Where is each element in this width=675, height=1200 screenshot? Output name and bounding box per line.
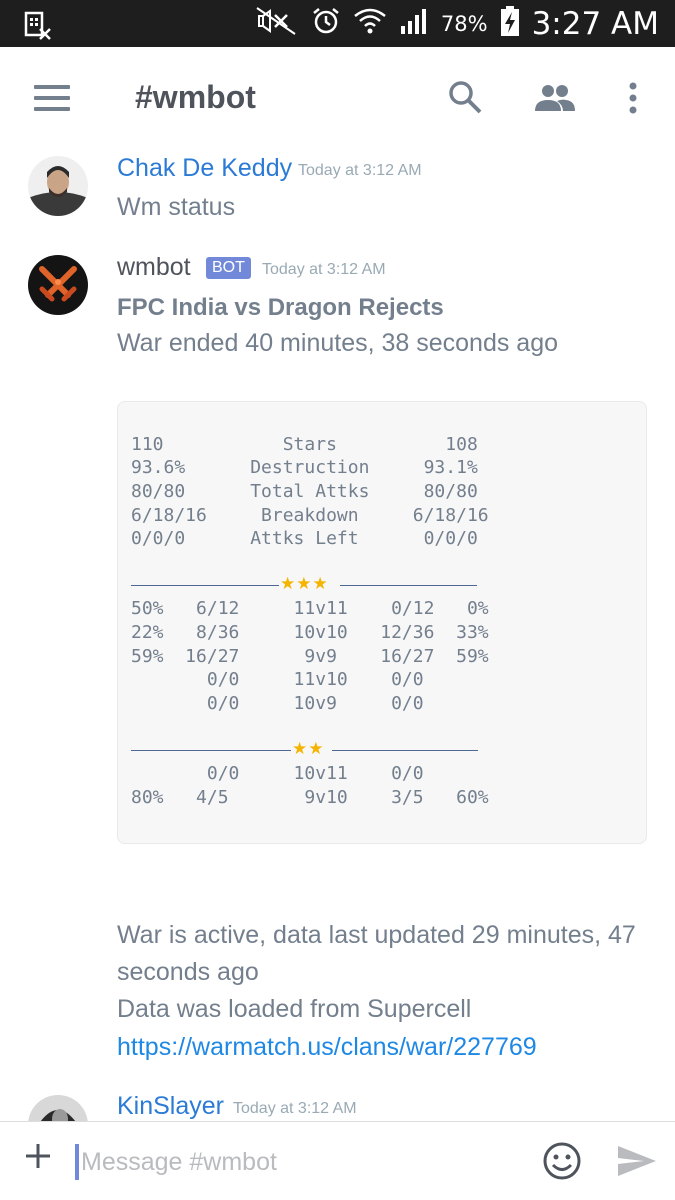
alarm-icon <box>311 6 341 41</box>
attack-row: 80% 4/5 9v10 3/5 60% <box>131 787 489 808</box>
message-author[interactable]: wmbot <box>117 253 191 282</box>
stats-line: 110 Stars 108 <box>131 434 478 455</box>
menu-icon[interactable] <box>34 85 70 113</box>
stats-line: 80/80 Total Attks 80/80 <box>131 481 478 502</box>
no-sim-icon <box>22 9 54 46</box>
attack-row: 59% 16/27 9v9 16/27 59% <box>131 646 489 667</box>
message-timestamp: Today at 3:12 AM <box>262 261 386 278</box>
wifi-icon <box>353 6 387 41</box>
battery-percent: 78% <box>440 11 488 36</box>
divider <box>332 750 478 751</box>
divider <box>131 585 279 586</box>
more-icon[interactable] <box>627 81 639 120</box>
emoji-icon[interactable] <box>542 1141 582 1186</box>
stats-line: 6/18/16 Breakdown 6/18/16 <box>131 505 489 526</box>
message-author[interactable]: Chak De Keddy <box>117 154 292 183</box>
stats-line: 93.6% Destruction 93.1% <box>131 457 478 478</box>
message-composer <box>0 1121 675 1200</box>
embed-footer-line: seconds ago <box>117 958 259 986</box>
channel-title: #wmbot <box>135 79 256 115</box>
message-timestamp: Today at 3:12 AM <box>233 1100 357 1117</box>
attack-row: 50% 6/12 11v11 0/12 0% <box>131 598 489 619</box>
members-icon[interactable] <box>533 83 577 118</box>
embed-footer-line: Data was loaded from Supercell <box>117 995 472 1023</box>
plus-icon[interactable] <box>24 1140 52 1176</box>
avatar[interactable] <box>28 1095 88 1121</box>
two-star-label: ★★ <box>292 739 325 758</box>
war-link[interactable]: https://warmatch.us/clans/war/227769 <box>117 1029 537 1066</box>
attack-row: 0/0 10v11 0/0 <box>131 763 424 784</box>
battery-charging-icon <box>500 5 520 42</box>
divider <box>340 585 477 586</box>
embed-subtitle: War ended 40 minutes, 38 seconds ago <box>117 329 559 357</box>
message-list[interactable]: Chak De Keddy Today at 3:12 AM Wm status… <box>0 151 675 1121</box>
clock: 3:27 AM <box>531 5 659 42</box>
avatar[interactable] <box>28 255 88 315</box>
stats-line: 0/0/0 Attks Left 0/0/0 <box>131 528 478 549</box>
attack-row: 0/0 10v9 0/0 <box>131 693 424 714</box>
signal-icon <box>399 6 429 41</box>
app-header: #wmbot <box>0 47 675 151</box>
message-input[interactable] <box>75 1144 515 1180</box>
avatar[interactable] <box>28 156 88 216</box>
war-stats-codeblock: 110 Stars 108 93.6% Destruction 93.1% 80… <box>117 401 647 844</box>
embed-title: FPC India vs Dragon Rejects <box>117 294 444 321</box>
search-icon[interactable] <box>447 79 483 120</box>
mute-icon <box>255 6 299 41</box>
send-icon[interactable] <box>616 1144 658 1183</box>
attack-row: 22% 8/36 10v10 12/36 33% <box>131 622 489 643</box>
message-timestamp: Today at 3:12 AM <box>298 162 422 179</box>
bot-tag: BOT <box>206 257 251 279</box>
attack-row: 0/0 11v10 0/0 <box>131 669 424 690</box>
status-bar: 78% 3:27 AM <box>0 0 675 47</box>
message-text: Wm status <box>117 193 236 221</box>
divider <box>131 750 291 751</box>
embed-footer-line: War is active, data last updated 29 minu… <box>117 921 636 949</box>
three-star-label: ★★★ <box>280 574 329 593</box>
message-author[interactable]: KinSlayer <box>117 1092 224 1121</box>
